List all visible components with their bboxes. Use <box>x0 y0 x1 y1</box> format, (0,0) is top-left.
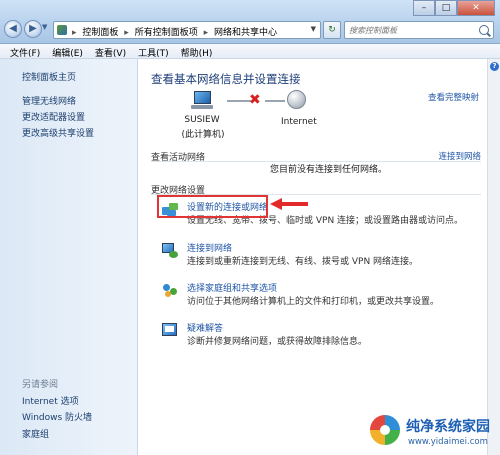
minimize-button[interactable]: – <box>413 0 435 16</box>
disconnected-x-icon[interactable]: ✖ <box>249 92 261 108</box>
homegroup-sharing-link[interactable]: 选择家庭组和共享选项 <box>187 281 277 294</box>
search-input[interactable] <box>349 23 475 37</box>
maximize-button[interactable]: □ <box>435 0 457 16</box>
title-bar: ◀ ▶ ▼ ▸ 控制面板 ▸ 所有控制面板项 ▸ 网络和共享中心 ▼ ↻ – □… <box>0 0 500 44</box>
task-description: 诊断并修复网络问题，或获得故障排除信息。 <box>187 337 368 347</box>
connect-network-link[interactable]: 连接到网络 <box>187 241 232 254</box>
breadcrumb-separator-icon[interactable]: ▸ <box>124 28 129 38</box>
internet-label: Internet <box>281 117 317 127</box>
menu-file[interactable]: 文件(F) <box>4 44 46 59</box>
control-panel-icon <box>57 25 67 35</box>
homegroup-icon <box>161 282 179 298</box>
view-full-map-link[interactable]: 查看完整映射 <box>428 91 479 103</box>
breadcrumb-separator-icon[interactable]: ▸ <box>204 28 209 38</box>
sidebar-homegroup[interactable]: 家庭组 <box>22 427 49 440</box>
connect-to-network-link[interactable]: 连接到网络 <box>438 150 481 162</box>
internet-globe-icon <box>287 90 306 109</box>
troubleshoot-icon <box>161 322 179 338</box>
connection-line <box>227 100 251 102</box>
computer-name: SUSIEW <box>184 115 220 125</box>
menu-tools[interactable]: 工具(T) <box>132 44 175 59</box>
computer-icon <box>191 91 213 109</box>
watermark-logo-icon <box>368 413 402 447</box>
sidebar-control-panel-home[interactable]: 控制面板主页 <box>22 70 76 83</box>
breadcrumb-separator-icon[interactable]: ▸ <box>72 28 77 38</box>
menu-edit[interactable]: 编辑(E) <box>46 44 89 59</box>
address-dropdown-icon[interactable]: ▼ <box>311 25 316 33</box>
refresh-button[interactable]: ↻ <box>323 21 341 39</box>
pointer-arrow-icon <box>270 198 308 210</box>
search-icon[interactable] <box>479 25 489 35</box>
search-box[interactable] <box>344 21 494 39</box>
recent-pages-dropdown-icon[interactable]: ▼ <box>42 23 50 35</box>
connection-line <box>265 100 285 102</box>
window-controls: – □ ✕ <box>413 0 495 16</box>
breadcrumb-control-panel[interactable]: 控制面板 <box>82 28 118 38</box>
main-content: 查看基本网络信息并设置连接 查看完整映射 ✖ SUSIEW (此计算机) Int… <box>139 59 487 455</box>
help-icon[interactable]: ? <box>490 62 499 71</box>
back-button[interactable]: ◀ <box>4 20 22 38</box>
breadcrumb: ▸ 控制面板 ▸ 所有控制面板项 ▸ 网络和共享中心 <box>72 25 280 38</box>
breadcrumb-all-items[interactable]: 所有控制面板项 <box>135 28 198 38</box>
troubleshoot-link[interactable]: 疑难解答 <box>187 321 223 334</box>
watermark-url: www.yidaimei.com <box>408 437 488 447</box>
sidebar: 控制面板主页 管理无线网络 更改适配器设置 更改高级共享设置 另请参阅 Inte… <box>0 59 138 455</box>
sidebar-manage-wireless[interactable]: 管理无线网络 <box>22 94 76 107</box>
menu-view[interactable]: 查看(V) <box>89 44 132 59</box>
sidebar-windows-firewall[interactable]: Windows 防火墙 <box>22 410 92 423</box>
page-title: 查看基本网络信息并设置连接 <box>151 72 301 86</box>
no-connection-text: 您目前没有连接到任何网络。 <box>270 165 388 175</box>
highlight-box <box>157 195 268 218</box>
computer-subtitle: (此计算机) <box>181 130 225 140</box>
watermark: 纯净系统家园 www.yidaimei.com <box>368 410 498 454</box>
address-bar[interactable]: ▸ 控制面板 ▸ 所有控制面板项 ▸ 网络和共享中心 ▼ <box>53 21 321 39</box>
see-also-heading: 另请参阅 <box>22 380 59 390</box>
menu-help[interactable]: 帮助(H) <box>175 44 219 59</box>
breadcrumb-network-center[interactable]: 网络和共享中心 <box>214 28 277 38</box>
task-description: 连接到或重新连接到无线、有线、拨号或 VPN 网络连接。 <box>187 257 419 267</box>
sidebar-advanced-sharing[interactable]: 更改高级共享设置 <box>22 126 94 139</box>
forward-button[interactable]: ▶ <box>24 20 42 38</box>
sidebar-internet-options[interactable]: Internet 选项 <box>22 394 79 407</box>
scrollbar[interactable]: ? <box>487 59 500 455</box>
connect-network-icon <box>161 242 179 258</box>
task-description: 访问位于其他网络计算机上的文件和打印机，或更改共享设置。 <box>187 297 440 307</box>
menu-bar: 文件(F) 编辑(E) 查看(V) 工具(T) 帮助(H) <box>0 44 500 59</box>
close-button[interactable]: ✕ <box>457 0 495 16</box>
sidebar-change-adapter[interactable]: 更改适配器设置 <box>22 110 85 123</box>
watermark-name: 纯净系统家园 <box>406 419 490 435</box>
